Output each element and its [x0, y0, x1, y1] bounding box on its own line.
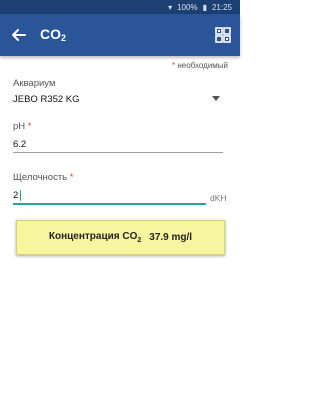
alkalinity-input[interactable] — [13, 188, 206, 205]
result-value: 37.9 mg/l — [149, 232, 193, 243]
ph-label: pH * — [13, 121, 32, 132]
back-arrow-icon[interactable] — [9, 25, 29, 45]
clock: 21:25 — [211, 2, 232, 12]
alkalinity-unit: dKH — [210, 193, 227, 203]
status-bar: ▾ 100% ▮ 21:25 — [0, 0, 240, 14]
aquarium-select[interactable]: JEBO R352 KG — [13, 94, 80, 105]
alkalinity-label: Щелочность * — [13, 172, 74, 183]
battery-icon: ▮ — [202, 2, 207, 12]
result-label: Концентрация CO2 — [48, 231, 142, 244]
dropdown-arrow-icon[interactable] — [212, 96, 220, 101]
wifi-icon: ▾ — [168, 2, 173, 12]
page-title: CO2 — [40, 26, 67, 43]
aquarium-label: Аквариум — [13, 78, 56, 89]
grid-icon[interactable] — [215, 27, 231, 43]
ph-input[interactable] — [13, 137, 223, 153]
required-note: * необходимый — [171, 61, 228, 70]
text-cursor — [20, 190, 21, 201]
battery-percent: 100% — [177, 2, 198, 12]
co2-result-box: Концентрация CO2 37.9 mg/l — [16, 220, 225, 255]
app-bar: CO2 — [0, 14, 240, 56]
